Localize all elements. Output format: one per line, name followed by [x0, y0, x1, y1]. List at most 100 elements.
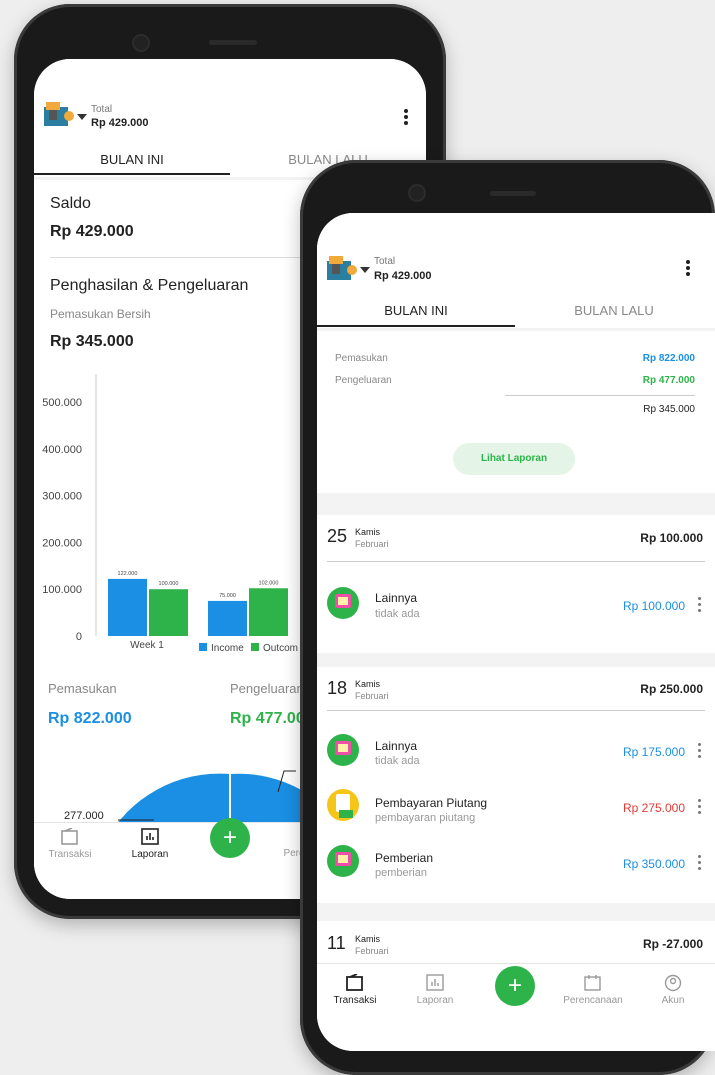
net-label: Pemasukan Bersih [50, 307, 151, 321]
tab-indicator [34, 173, 230, 175]
chevron-down-icon[interactable] [77, 114, 87, 120]
item-amount: Rp 175.000 [622, 745, 685, 759]
nav-laporan[interactable]: Laporan [122, 828, 178, 860]
legend-swatch [199, 643, 207, 651]
bar-data-label: 100.000 [159, 581, 179, 587]
day-month: Februari [355, 946, 389, 956]
tab-bulan-ini[interactable]: BULAN INI [34, 152, 230, 167]
legend-label: Income [211, 643, 244, 654]
bottom-nav: Transaksi Laporan + Perencanaan Akun [317, 963, 715, 1051]
monitor-icon [327, 845, 359, 877]
wallet-icon[interactable] [327, 256, 357, 282]
tab-indicator [317, 325, 515, 327]
add-button[interactable]: + [495, 966, 535, 1006]
speaker [209, 40, 257, 45]
item-title: Lainnya [375, 739, 418, 753]
day-number: 18 [327, 678, 348, 698]
lihat-laporan-button[interactable]: Lihat Laporan [453, 443, 575, 475]
item-title: Pemberian [375, 851, 434, 865]
summary-pemasukan-value: Rp 822.000 [642, 353, 695, 364]
day-weekday: Kamis [355, 527, 381, 537]
transactions-screen: Total Rp 429.000 BULAN INI BULAN LALU Pe… [317, 213, 715, 1051]
pie-label: 277.000 [64, 810, 104, 822]
bar-data-label: 102.000 [259, 580, 279, 586]
nav-perencanaan[interactable]: Perencanaan [555, 974, 631, 1006]
wallet-outline-icon [346, 973, 363, 991]
day-total: Rp 250.000 [640, 682, 703, 696]
saldo-label: Saldo [50, 195, 91, 212]
bar-data-label: 75.000 [219, 593, 236, 599]
item-subtitle: pemberian [375, 867, 427, 879]
tab-bulan-ini[interactable]: BULAN INI [317, 303, 515, 318]
bar [149, 589, 188, 636]
item-menu-icon[interactable] [698, 799, 702, 817]
item-menu-icon[interactable] [698, 743, 702, 761]
day-total: Rp -27.000 [642, 937, 703, 951]
user-icon [664, 974, 682, 992]
item-subtitle: tidak ada [375, 755, 420, 767]
more-icon[interactable] [686, 260, 690, 278]
y-tick-label: 300.000 [42, 491, 82, 503]
total-value: Rp 429.000 [91, 117, 149, 129]
app-header: Total Rp 429.000 BULAN INI BULAN LALU [317, 213, 715, 328]
bar [249, 588, 288, 636]
day-weekday: Kamis [355, 679, 381, 689]
tab-bulan-lalu[interactable]: BULAN LALU [515, 303, 713, 318]
day-number: 11 [327, 933, 346, 953]
phone-front: Total Rp 429.000 BULAN INI BULAN LALU Pe… [300, 160, 715, 1075]
nav-transaksi[interactable]: Transaksi [42, 827, 98, 860]
y-tick-label: 200.000 [42, 537, 82, 549]
legend-label: Outcom [263, 643, 298, 654]
camera [134, 36, 148, 50]
day-total: Rp 100.000 [640, 531, 703, 545]
y-tick-label: 400.000 [42, 444, 82, 456]
calendar-icon [584, 975, 601, 991]
monitor-icon [327, 734, 359, 766]
item-menu-icon[interactable] [698, 855, 702, 873]
y-tick-label: 0 [76, 631, 82, 643]
day-month: Februari [355, 691, 389, 701]
chart-icon [426, 974, 444, 991]
receipt-icon [327, 789, 359, 821]
item-menu-icon[interactable] [698, 597, 702, 615]
chevron-down-icon[interactable] [360, 267, 370, 273]
day-number: 25 [327, 526, 348, 546]
item-amount: Rp 275.000 [622, 801, 685, 815]
total-value: Rp 429.000 [374, 270, 432, 282]
summary-pengeluaran-value: Rp 477.000 [642, 375, 695, 386]
item-amount: Rp 350.000 [622, 857, 685, 871]
pemasukan-value: Rp 822.000 [48, 710, 132, 727]
y-tick-label: 500.000 [42, 397, 82, 409]
nav-akun[interactable]: Akun [651, 974, 695, 1006]
total-label: Total [91, 104, 113, 115]
item-title: Lainnya [375, 591, 418, 605]
add-button[interactable]: + [210, 818, 250, 858]
speaker [490, 191, 536, 196]
pengeluaran-value: Rp 477.00 [230, 710, 305, 727]
net-value: Rp 345.000 [50, 333, 134, 350]
section-title: Penghasilan & Pengeluaran [50, 277, 249, 294]
monitor-icon [327, 587, 359, 619]
total-label: Total [374, 256, 396, 267]
x-tick-label: Week 1 [130, 640, 164, 651]
nav-transaksi[interactable]: Transaksi [325, 973, 385, 1006]
pemasukan-label: Pemasukan [48, 681, 117, 696]
wallet-icon[interactable] [44, 102, 74, 128]
day-weekday: Kamis [355, 934, 381, 944]
y-tick-label: 100.000 [42, 584, 82, 596]
day-month: Februari [355, 539, 389, 549]
nav-laporan[interactable]: Laporan [407, 974, 463, 1006]
summary-pengeluaran-label: Pengeluaran [335, 375, 392, 386]
legend-swatch [251, 643, 259, 651]
saldo-value: Rp 429.000 [50, 223, 134, 240]
summary-pemasukan-label: Pemasukan [335, 353, 388, 364]
wallet-outline-icon [61, 827, 78, 845]
more-icon[interactable] [404, 109, 408, 127]
summary-net-value: Rp 345.000 [643, 404, 695, 415]
chart-icon [141, 828, 159, 845]
pengeluaran-label: Pengeluaran [230, 681, 304, 696]
bar-data-label: 122.000 [118, 571, 138, 577]
camera [410, 186, 424, 200]
item-subtitle: pembayaran piutang [375, 812, 476, 824]
item-title: Pembayaran Piutang [375, 796, 488, 810]
